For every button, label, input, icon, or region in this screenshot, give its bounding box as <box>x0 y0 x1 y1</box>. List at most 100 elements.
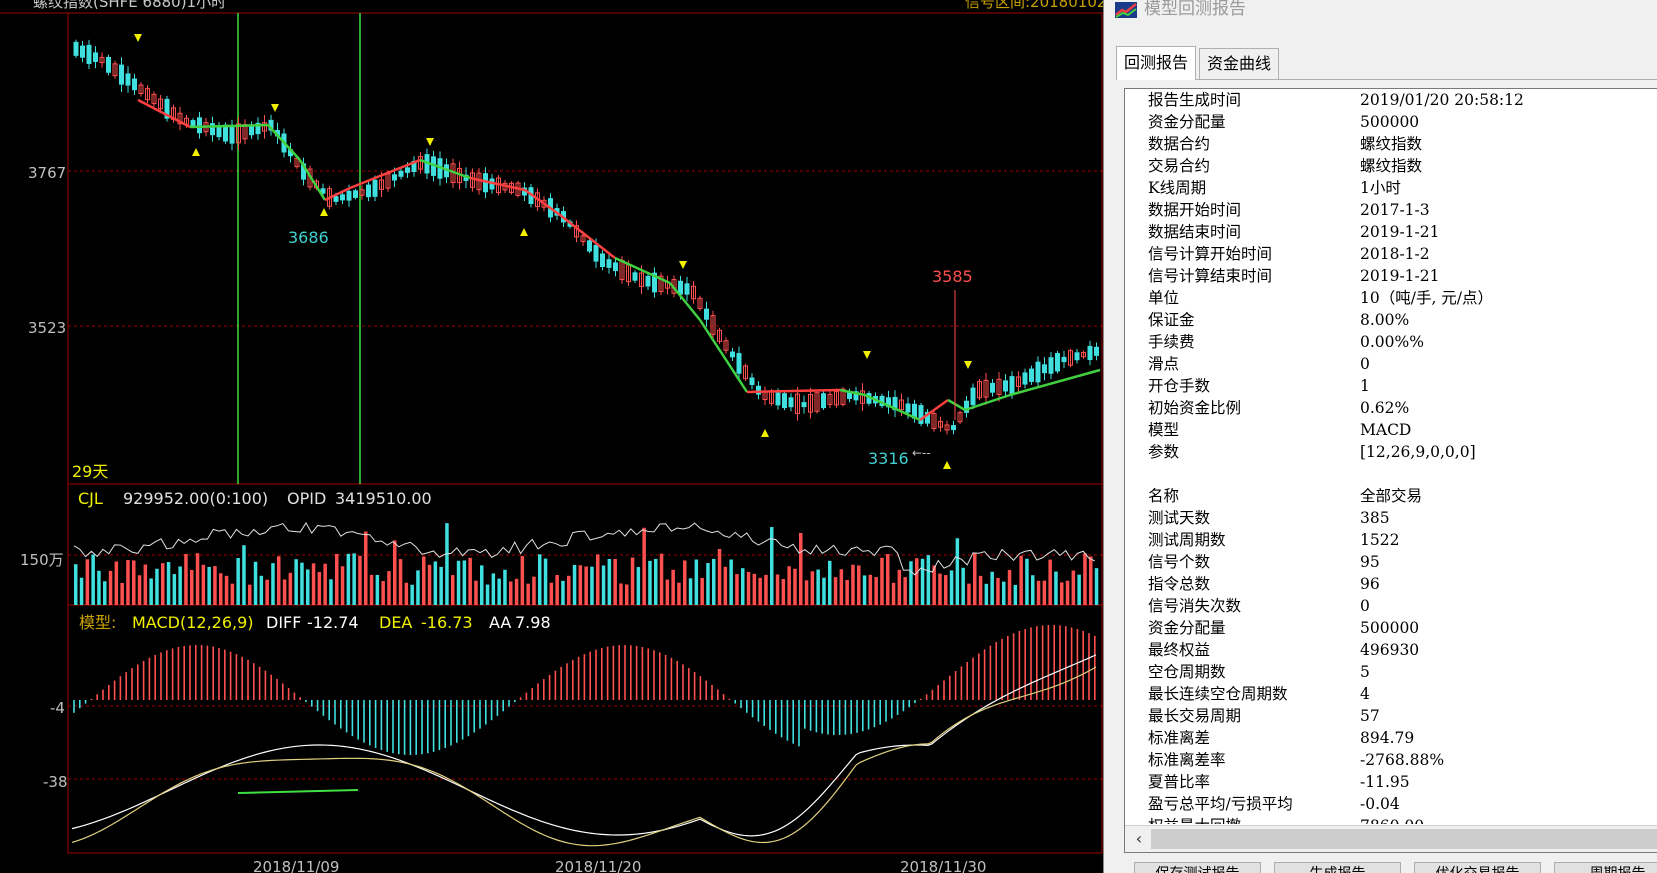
volume-bar <box>868 574 873 605</box>
volume-bar <box>973 553 977 605</box>
volume-bar <box>352 553 356 605</box>
low-annotation: 3316 <box>868 449 909 468</box>
candle-body <box>80 45 85 58</box>
candle-body <box>704 308 709 320</box>
volume-bar <box>369 574 374 605</box>
volume-bar <box>723 566 728 605</box>
volume-bar <box>91 554 95 605</box>
report-row-key: 数据开始时间 <box>1148 201 1242 219</box>
high-annotation: 3585 <box>932 267 973 286</box>
volume-bar <box>422 556 426 605</box>
volume-bar <box>1031 575 1035 605</box>
candle-body <box>645 275 651 287</box>
report-row: 夏普比率 -11.95 <box>1125 771 1657 793</box>
report-row-key: 资金分配量 <box>1148 113 1226 131</box>
volume-bar <box>323 563 327 605</box>
candle-body <box>990 382 995 393</box>
volume-bar <box>364 531 368 605</box>
candle-body <box>1042 364 1047 374</box>
report-row-key: 初始资金比例 <box>1148 399 1242 417</box>
report-row-value: 1小时 <box>1360 179 1401 197</box>
period-report-button[interactable]: 周期报告 <box>1554 862 1657 873</box>
optimize-report-button[interactable]: 优化交易报告 <box>1414 862 1541 873</box>
volume-bar <box>433 561 438 605</box>
report-row: 数据合约 螺纹指数 <box>1125 133 1657 155</box>
volume-bar <box>1083 553 1087 605</box>
macd-level-label: -4 <box>50 699 65 717</box>
dea-label: DEA <box>379 613 412 632</box>
volume-bar <box>851 564 855 605</box>
volume-bar <box>404 582 409 605</box>
volume-bar <box>700 578 704 605</box>
candle-body <box>125 73 131 86</box>
candle-body <box>372 179 378 197</box>
macd-histogram <box>71 625 1097 847</box>
save-report-button[interactable]: 保存测试报告 <box>1134 862 1261 873</box>
report-row-key: 夏普比率 <box>1148 773 1211 791</box>
volume-bar <box>654 558 658 605</box>
volume-bar <box>897 569 902 605</box>
volume-bar <box>642 527 646 605</box>
horizontal-scrollbar[interactable]: ‹ <box>1125 825 1657 852</box>
volume-bar <box>427 564 432 605</box>
volume-bar <box>567 575 571 605</box>
report-row-value: 8.00% <box>1360 311 1410 329</box>
report-row-key: 手续费 <box>1148 333 1195 351</box>
volume-bar <box>822 577 826 605</box>
price-chart[interactable]: 螺纹指数(SHFE 6880)1小时 信号区间:20180102 3767 35… <box>0 0 1103 873</box>
candle-body <box>1094 346 1099 356</box>
report-row-value: 96 <box>1360 575 1380 593</box>
report-content[interactable]: 报告生成时间 2019/01/20 20:58:12 资金分配量 500000 数据合约… <box>1124 88 1657 853</box>
chart-panel[interactable]: 螺纹指数(SHFE 6880)1小时 信号区间:20180102 3767 35… <box>0 0 1103 873</box>
opid-value: 3419510.00 <box>335 489 432 508</box>
opid-label: OPID <box>287 489 326 508</box>
volume-bar <box>915 558 919 605</box>
candle-body <box>346 190 352 201</box>
volume-bar <box>416 570 420 605</box>
window-title-bar[interactable]: 模型回测报告 <box>1104 0 1657 28</box>
report-row-key: 开仓手数 <box>1148 377 1211 395</box>
report-row: 盈亏总平均/亏损平均 -0.04 <box>1125 793 1657 815</box>
report-row-value: 385 <box>1360 509 1390 527</box>
day-count-label: 29天 <box>72 462 108 481</box>
volume-bar <box>120 583 124 605</box>
volume-bar <box>335 553 339 605</box>
tab-equity-curve[interactable]: 资金曲线 <box>1199 48 1280 79</box>
volume-bar <box>862 575 867 605</box>
volume-bar <box>317 571 322 605</box>
volume-bar <box>630 557 635 605</box>
volume-bar <box>764 574 768 605</box>
volume-bar <box>74 564 78 605</box>
volume-axis-label: 150万 <box>20 551 64 569</box>
report-row-key: 权益最大回撤 <box>1148 815 1241 824</box>
generate-report-button[interactable]: 生成报告 <box>1274 862 1401 873</box>
volume-bar <box>596 554 600 605</box>
report-row: 信号消失次数 0 <box>1125 595 1657 617</box>
report-row-key: 信号计算结束时间 <box>1148 267 1273 285</box>
divergence-line <box>237 789 359 794</box>
volume-bar <box>741 568 745 605</box>
candle-body <box>93 52 98 62</box>
volume-bar <box>683 560 687 605</box>
report-row-value: MACD <box>1360 421 1412 439</box>
tab-backtest-report[interactable]: 回测报告 <box>1116 46 1197 80</box>
volume-bar <box>886 554 890 605</box>
candle-body <box>821 393 826 409</box>
volume-bar <box>717 548 722 605</box>
report-row: 模型 MACD <box>1125 419 1657 441</box>
volume-bar <box>694 559 699 605</box>
report-row-value: 0 <box>1360 597 1370 615</box>
volume-bar <box>462 560 467 605</box>
scrollbar-thumb[interactable] <box>1151 829 1657 849</box>
volume-bar <box>688 578 693 605</box>
volume-bar <box>149 578 153 605</box>
candle-body <box>1029 368 1034 382</box>
volume-bar <box>613 558 617 605</box>
backtest-report-window[interactable]: 模型回测报告 回测报告 资金曲线 报告生成时间 2019/01/20 20:58:… <box>1103 0 1657 873</box>
volume-bar <box>961 567 965 605</box>
report-row-value: 894.79 <box>1360 729 1415 747</box>
volume-bar <box>219 573 223 605</box>
report-row: 初始资金比例 0.62% <box>1125 397 1657 419</box>
scroll-left-icon[interactable]: ‹ <box>1129 828 1149 850</box>
volume-bar <box>306 569 310 605</box>
